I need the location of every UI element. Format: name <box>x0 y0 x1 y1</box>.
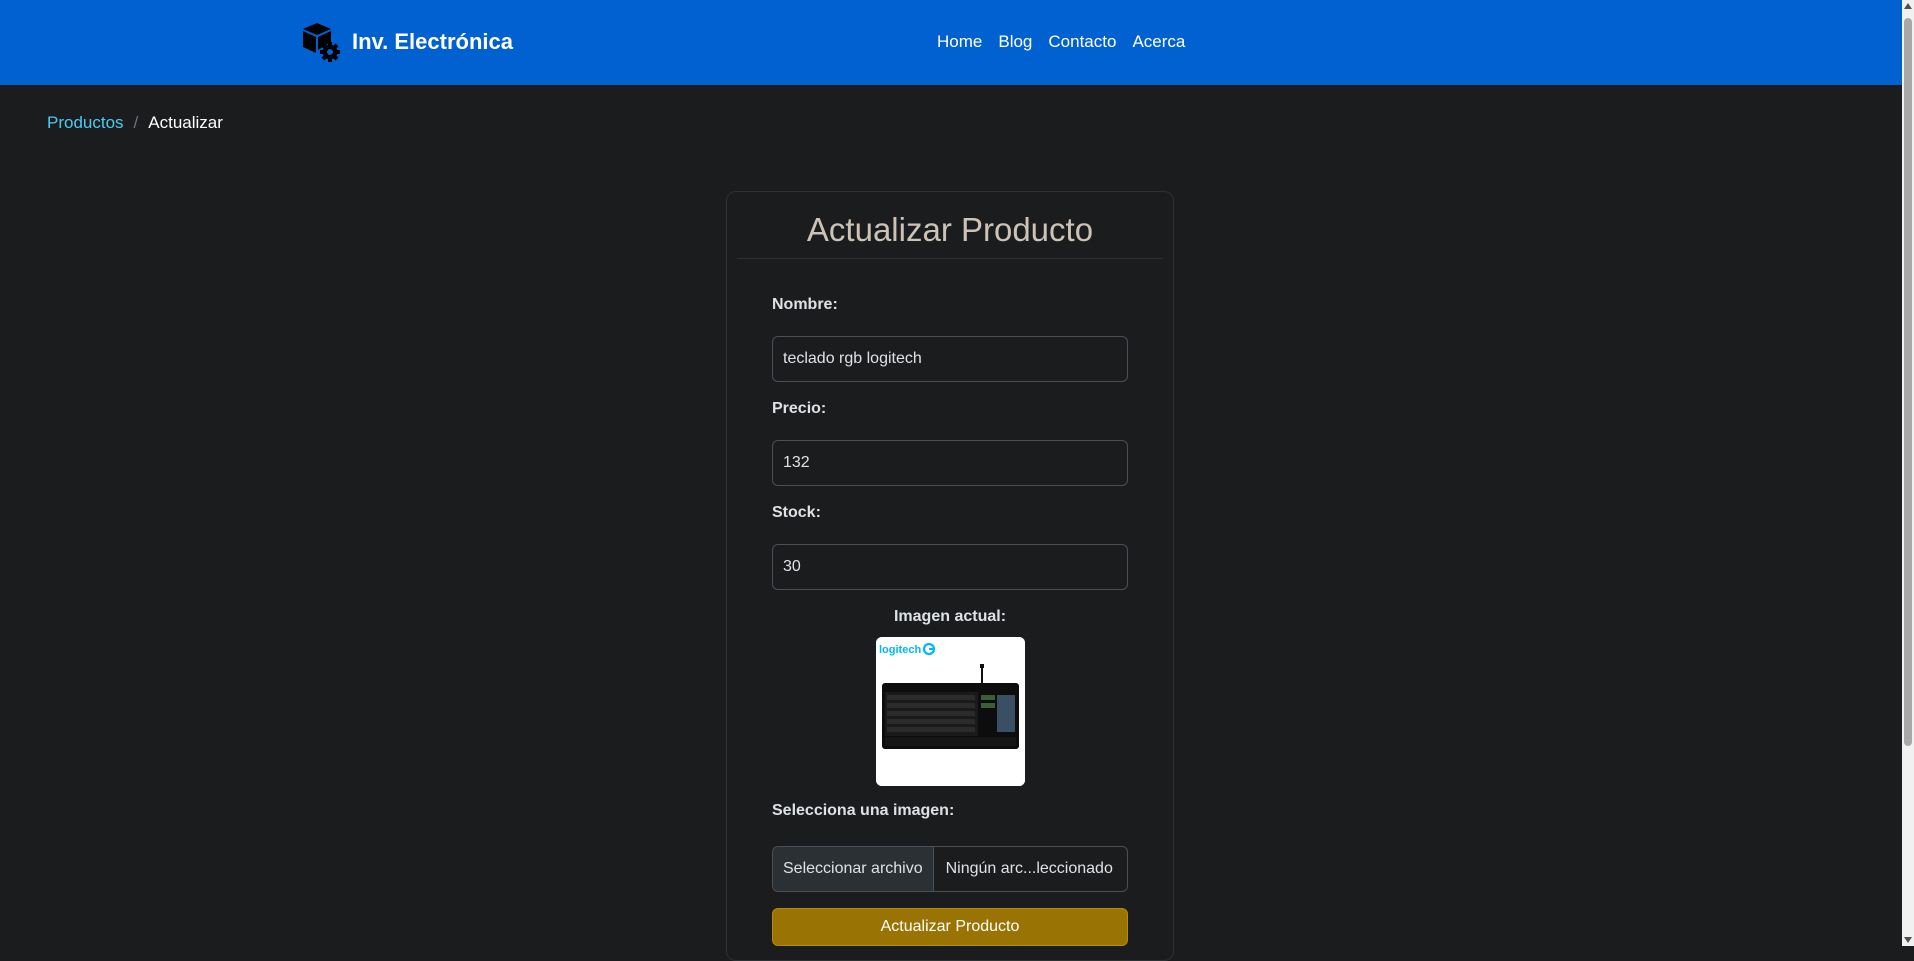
update-product-card: Actualizar Producto Nombre: Precio: Stoc… <box>726 191 1174 961</box>
image-select-label: Selecciona una imagen: <box>772 802 955 819</box>
product-logo-text: logitech <box>879 644 921 656</box>
file-status-text: Ningún arc...leccionado <box>945 860 1113 877</box>
nav-link-blog[interactable]: Blog <box>990 30 1040 54</box>
keyboard-image: logitech <box>876 637 1025 786</box>
product-image: logitech <box>876 637 1025 786</box>
nav-link-contacto[interactable]: Contacto <box>1040 30 1124 54</box>
scrollbar-thumb[interactable] <box>1904 18 1912 746</box>
card-header: Actualizar Producto <box>737 192 1163 259</box>
brand-link[interactable]: Inv. Electrónica <box>300 20 513 64</box>
breadcrumb-current: Actualizar <box>148 113 223 132</box>
stock-label: Stock: <box>772 504 821 521</box>
precio-label: Precio: <box>772 400 827 417</box>
main-nav: Home Blog Contacto Acerca <box>937 30 1193 54</box>
stock-input[interactable] <box>772 544 1128 590</box>
scroll-down-arrow-icon[interactable] <box>1904 937 1912 943</box>
precio-input[interactable] <box>772 440 1128 486</box>
page-title: Actualizar Producto <box>806 211 1094 248</box>
page-scrollbar[interactable] <box>1902 0 1914 946</box>
scroll-up-arrow-icon[interactable] <box>1904 3 1912 9</box>
breadcrumb-separator: / <box>133 113 139 132</box>
choose-file-button[interactable]: Seleccionar archivo <box>773 847 934 891</box>
nombre-input[interactable] <box>772 336 1128 382</box>
update-product-button[interactable]: Actualizar Producto <box>772 908 1128 946</box>
navbar: Inv. Electrónica Home Blog Contacto Acer… <box>0 0 1902 85</box>
nav-link-home[interactable]: Home <box>937 30 990 54</box>
breadcrumb: Productos / Actualizar <box>47 113 223 133</box>
nombre-label: Nombre: <box>772 296 838 313</box>
box-gear-icon <box>303 23 340 62</box>
breadcrumb-link-productos[interactable]: Productos <box>47 113 124 133</box>
brand-name: Inv. Electrónica <box>352 29 513 54</box>
image-file-input[interactable]: Seleccionar archivo Ningún arc...leccion… <box>772 846 1128 892</box>
nav-link-acerca[interactable]: Acerca <box>1124 30 1193 54</box>
current-image-label: Imagen actual: <box>893 608 1007 625</box>
